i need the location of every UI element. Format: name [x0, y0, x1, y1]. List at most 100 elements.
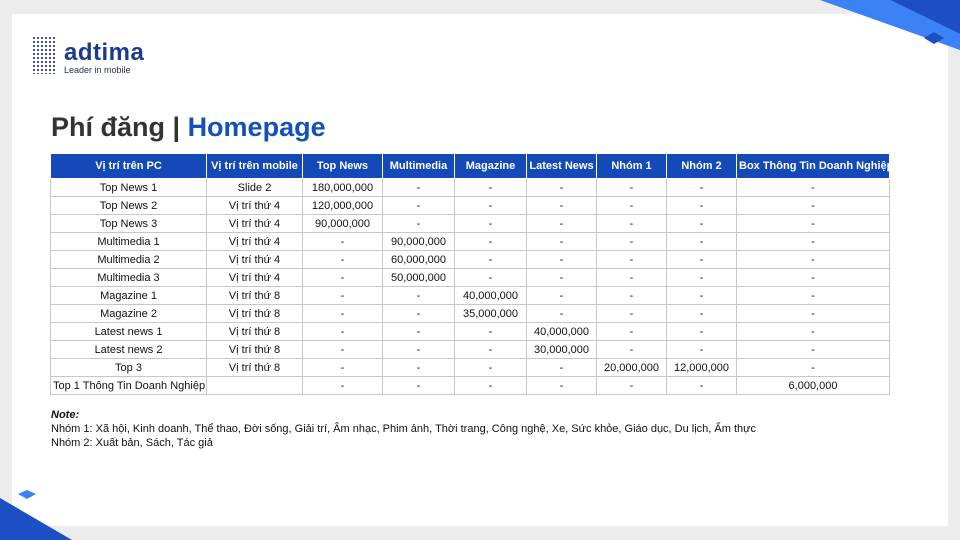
- table-cell: -: [596, 232, 667, 251]
- table-cell: -: [302, 250, 383, 269]
- table-cell: -: [454, 376, 527, 395]
- table-cell: Top 3: [50, 358, 207, 377]
- table-row: Top 1 Thông Tin Doanh Nghiệp - - - - - -6,000,…: [50, 376, 890, 395]
- table-cell: -: [302, 268, 383, 287]
- table-cell: -: [666, 376, 737, 395]
- table-cell: -: [736, 196, 890, 215]
- table-cell: -: [596, 178, 667, 197]
- corner-decoration-bottom-left: [0, 490, 72, 540]
- table-cell: Vị trí thứ 8: [206, 286, 303, 305]
- table-cell: 40,000,000: [526, 322, 597, 341]
- table-row: Multimedia 1 Vị trí thứ 4-90,000,000- - - - -: [50, 232, 890, 251]
- column-header: Vị trí trên mobile: [206, 153, 303, 179]
- column-header: Vị trí trên PC: [50, 153, 207, 179]
- table-cell: -: [454, 322, 527, 341]
- table-cell: Vị trí thứ 4: [206, 196, 303, 215]
- table-cell: -: [302, 358, 383, 377]
- table-row: Top News 3 Vị trí thứ 4 90,000,000- - - - - -: [50, 214, 890, 233]
- table-cell: 6,000,000: [736, 376, 890, 395]
- title-prefix: Phí đăng |: [51, 112, 188, 142]
- column-header: Top News: [302, 153, 383, 179]
- table-cell: Latest news 1: [50, 322, 207, 341]
- column-header: Multimedia: [382, 153, 455, 179]
- note: Note: Nhóm 1: Xã hội, Kinh doanh, Thể th…: [51, 408, 756, 450]
- logo-dot-grid-icon: [32, 36, 56, 74]
- table-cell: -: [666, 268, 737, 287]
- slide: adtima Leader in mobile Phí đăng | Homep…: [0, 0, 960, 540]
- table-cell: Vị trí thứ 4: [206, 214, 303, 233]
- table-cell: -: [666, 322, 737, 341]
- table-row: Multimedia 3 Vị trí thứ 4-50,000,000- - - - -: [50, 268, 890, 287]
- column-header: Latest News: [526, 153, 597, 179]
- title-accent: Homepage: [187, 112, 326, 142]
- table-body: Top News 1 Slide 2 180,000,000- - - - - - Top Ne…: [50, 178, 890, 395]
- column-header: Nhóm 2: [666, 153, 737, 179]
- table-cell: -: [666, 286, 737, 305]
- table-cell: -: [596, 250, 667, 269]
- table-cell: -: [736, 358, 890, 377]
- note-line: Nhóm 1: Xã hội, Kinh doanh, Thể thao, Đờ…: [51, 423, 756, 435]
- table-cell: Vị trí thứ 4: [206, 232, 303, 251]
- table-row: Top News 1 Slide 2 180,000,000- - - - - -: [50, 178, 890, 197]
- table-cell: -: [454, 214, 527, 233]
- table-cell: -: [454, 268, 527, 287]
- brand-tagline: Leader in mobile: [64, 65, 131, 75]
- table-cell: -: [302, 232, 383, 251]
- table-cell: -: [666, 232, 737, 251]
- table-cell: -: [382, 322, 455, 341]
- table-cell: -: [382, 286, 455, 305]
- table-cell: -: [454, 232, 527, 251]
- table-cell: Multimedia 3: [50, 268, 207, 287]
- table-cell: Vị trí thứ 8: [206, 322, 303, 341]
- table-cell: -: [454, 340, 527, 359]
- table-cell: -: [666, 214, 737, 233]
- table-cell: 30,000,000: [526, 340, 597, 359]
- table-cell: 90,000,000: [382, 232, 455, 251]
- brand-logo: adtima Leader in mobile: [32, 36, 172, 80]
- table-cell: Vị trí thứ 8: [206, 340, 303, 359]
- table-cell: Magazine 2: [50, 304, 207, 323]
- table-cell: Top 1 Thông Tin Doanh Nghiệp: [50, 376, 207, 395]
- table-cell: -: [736, 304, 890, 323]
- corner-decoration-top-right: [820, 0, 960, 50]
- table-row: Top News 2 Vị trí thứ 4 120,000,000- - - - - -: [50, 196, 890, 215]
- table-cell: 20,000,000: [596, 358, 667, 377]
- table-cell: Vị trí thứ 8: [206, 358, 303, 377]
- table-cell: -: [596, 196, 667, 215]
- table-cell: -: [736, 340, 890, 359]
- table-cell: -: [526, 196, 597, 215]
- table-cell: 50,000,000: [382, 268, 455, 287]
- table-cell: -: [454, 196, 527, 215]
- column-header: Nhóm 1: [596, 153, 667, 179]
- table-row: Multimedia 2 Vị trí thứ 4-60,000,000- - - - -: [50, 250, 890, 269]
- table-cell: Multimedia 2: [50, 250, 207, 269]
- table-cell: -: [596, 304, 667, 323]
- table-cell: -: [736, 214, 890, 233]
- table-cell: 180,000,000: [302, 178, 383, 197]
- table-cell: -: [454, 250, 527, 269]
- column-header: Magazine: [454, 153, 527, 179]
- note-line: Nhóm 2: Xuất bản, Sách, Tác giả: [51, 437, 213, 449]
- table-cell: Slide 2: [206, 178, 303, 197]
- table-cell: Vị trí thứ 4: [206, 250, 303, 269]
- table-cell: -: [596, 322, 667, 341]
- table-cell: -: [382, 214, 455, 233]
- table-cell: Top News 2: [50, 196, 207, 215]
- table-cell: -: [666, 196, 737, 215]
- brand-name: adtima: [64, 39, 145, 66]
- table-row: Latest news 2 Vị trí thứ 8- - -30,000,000- -…: [50, 340, 890, 359]
- table-cell: Magazine 1: [50, 286, 207, 305]
- pricing-table: Vị trí trên PC Vị trí trên mobile Top Ne…: [50, 153, 893, 395]
- table-header-row: Vị trí trên PC Vị trí trên mobile Top Ne…: [50, 153, 893, 179]
- table-cell: -: [666, 304, 737, 323]
- table-cell: -: [382, 178, 455, 197]
- table-cell: -: [596, 340, 667, 359]
- table-cell: -: [736, 322, 890, 341]
- table-cell: Vị trí thứ 8: [206, 304, 303, 323]
- table-cell: -: [302, 322, 383, 341]
- table-cell: -: [596, 214, 667, 233]
- table-cell: 60,000,000: [382, 250, 455, 269]
- table-cell: -: [666, 340, 737, 359]
- table-cell: -: [736, 178, 890, 197]
- column-header: Box Thông Tin Doanh Nghiệp: [736, 153, 893, 179]
